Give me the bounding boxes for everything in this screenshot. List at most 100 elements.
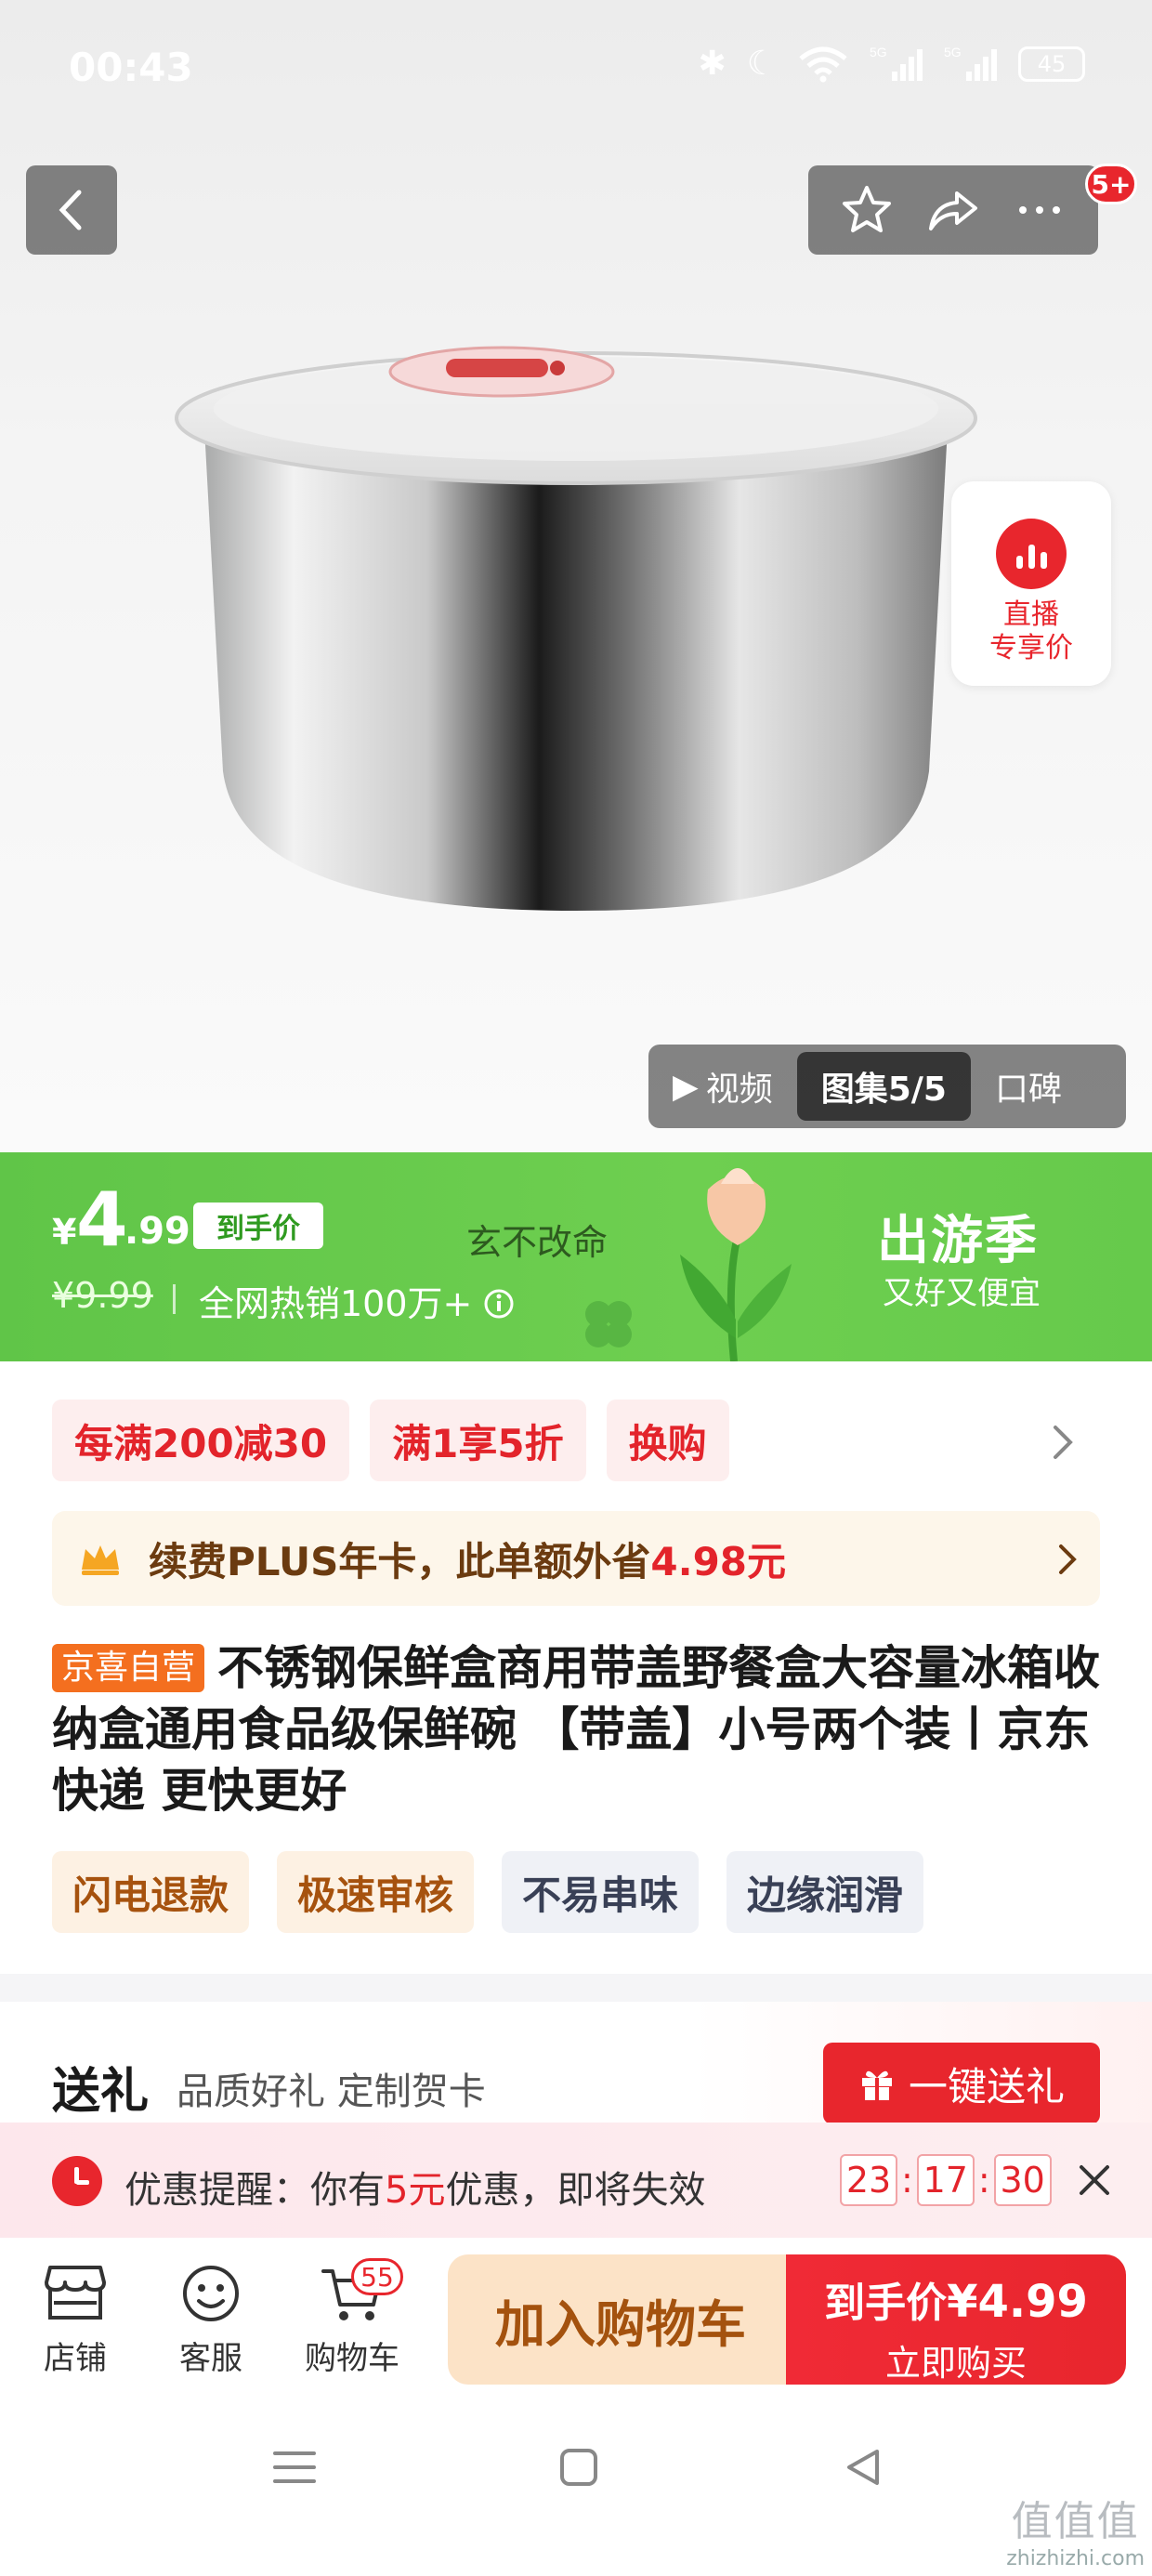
timer-colon: :	[901, 2160, 913, 2201]
hot-sales-text: 全网热销100万+	[199, 1283, 473, 1324]
signal-icon-2: 5G	[944, 46, 997, 81]
star-icon[interactable]	[839, 182, 895, 238]
back-icon[interactable]	[842, 2446, 884, 2489]
section-divider	[0, 1974, 1152, 2002]
top-actions	[808, 165, 1098, 255]
reminder-suffix: 优惠，即将失效	[445, 2169, 706, 2212]
seller-tag: 京喜自营	[52, 1644, 205, 1692]
reminder-prefix: 优惠提醒：你有	[124, 2169, 385, 2212]
tulip-icon	[680, 1168, 792, 1361]
price-decimal: .99	[124, 1210, 190, 1253]
customer-service-button[interactable]: 客服	[151, 2260, 271, 2378]
feature-tag-1: 闪电退款	[52, 1851, 250, 1933]
system-navigation: 值值值 zhizhizhi.com	[0, 2386, 1152, 2576]
send-gift-button[interactable]: 一键送礼	[823, 2043, 1100, 2124]
signal-5g-label-2: 5G	[944, 46, 962, 59]
status-time: 00:43	[69, 45, 193, 90]
price-currency: ¥	[52, 1212, 77, 1253]
reminder-amount: 5元	[385, 2169, 446, 2212]
timer-seconds: 30	[993, 2154, 1052, 2206]
original-price: ¥9.99	[52, 1275, 153, 1316]
home-icon[interactable]	[557, 2446, 600, 2489]
chevron-left-icon	[59, 190, 82, 230]
clover-icon	[585, 1301, 632, 1347]
back-button[interactable]	[26, 165, 117, 255]
tab-video-label: 视频	[705, 1071, 773, 1109]
store-label: 店铺	[44, 2340, 107, 2377]
timer-hours: 23	[840, 2154, 897, 2206]
discount-reminder: 优惠提醒：你有5元优惠，即将失效 23 : 17 : 30	[0, 2123, 1152, 2238]
buy-now-button[interactable]: 到手价¥4.99 立即购买	[786, 2254, 1126, 2385]
gift-subtitle: 品质好礼 定制贺卡	[177, 2070, 486, 2113]
feature-tag-2: 极速审核	[277, 1851, 475, 1933]
gallery-tabs: ▶ 视频 图集5/5 口碑	[648, 1045, 1126, 1128]
banner-slogan: 玄不改命	[466, 1222, 609, 1263]
live-price-card[interactable]: 直播 专享价	[951, 481, 1111, 686]
gift-icon	[861, 2070, 892, 2100]
signal-5g-label-1: 5G	[870, 46, 887, 59]
wifi-icon	[799, 46, 847, 82]
promo-tags[interactable]: 每满200减30 满1享5折 换购	[52, 1400, 1102, 1483]
timer-minutes: 17	[916, 2154, 975, 2206]
store-button[interactable]: 店铺	[15, 2260, 136, 2378]
clock-icon	[52, 2156, 102, 2206]
buy-price-line: 到手价¥4.99	[786, 2269, 1126, 2329]
buy-price-label: 到手价	[824, 2280, 948, 2327]
price-integer: 4	[76, 1176, 128, 1263]
final-price-tag: 到手价	[193, 1203, 323, 1249]
hot-sales[interactable]: 全网热销100万+	[199, 1275, 515, 1326]
battery-icon: 45	[1018, 46, 1085, 82]
tab-images[interactable]: 图集5/5	[796, 1052, 971, 1121]
service-label: 客服	[179, 2340, 242, 2377]
status-icons: ✱ ☾ 5G 5G 45	[699, 45, 1085, 83]
play-icon: ▶	[673, 1067, 699, 1106]
watermark: 值值值 zhizhizhi.com	[1006, 2488, 1145, 2570]
plus-text-prefix: 续费PLUS年卡，此单额外省	[149, 1538, 651, 1584]
price-separator	[173, 1284, 176, 1314]
bottom-action-bar: 店铺 客服 购物车 55 加入购物车 到手价¥4.99 立即购买	[0, 2238, 1152, 2386]
crown-icon	[82, 1545, 119, 1575]
bluetooth-icon: ✱	[698, 45, 727, 83]
send-gift-label: 一键送礼	[908, 2063, 1065, 2109]
info-icon[interactable]	[483, 1288, 515, 1320]
tab-reviews[interactable]: 口碑	[971, 1052, 1086, 1121]
live-icon	[996, 519, 1067, 589]
buy-price-value: ¥4.99	[947, 2276, 1088, 2328]
watermark-brand: 值值值	[1011, 2498, 1140, 2545]
smiley-icon	[183, 2266, 239, 2321]
watermark-site: zhizhizhi.com	[1006, 2547, 1145, 2570]
product-title: 京喜自营 不锈钢保鲜盒商用带盖野餐盒大容量冰箱收纳盒通用食品级保鲜碗 【带盖】小号…	[52, 1637, 1102, 1821]
price-banner: ¥ 4 .99 到手价 ¥9.99 全网热销100万+ 玄不改命 出游季 又好又…	[0, 1152, 1152, 1361]
gift-section: 送礼 品质好礼 定制贺卡 一键送礼	[0, 2002, 1152, 2124]
promo-tag-1[interactable]: 每满200减30	[52, 1400, 350, 1481]
season-title: 出游季	[877, 1211, 1039, 1271]
plus-amount: 4.98元	[650, 1538, 787, 1584]
share-icon[interactable]	[925, 182, 981, 238]
close-icon[interactable]	[1074, 2160, 1115, 2201]
promo-tag-3[interactable]: 换购	[606, 1400, 729, 1481]
product-image	[175, 346, 977, 911]
product-title-text: 不锈钢保鲜盒商用带盖野餐盒大容量冰箱收纳盒通用食品级保鲜碗 【带盖】小号两个装丨…	[52, 1641, 1101, 1818]
tab-video[interactable]: ▶ 视频	[648, 1052, 797, 1121]
countdown-timer: 23 : 17 : 30	[840, 2154, 1052, 2206]
feature-tag-3: 不易串味	[502, 1851, 700, 1933]
chevron-right-icon[interactable]	[1048, 1422, 1076, 1463]
plus-text: 续费PLUS年卡，此单额外省4.98元	[149, 1531, 786, 1587]
season-subtitle: 又好又便宜	[883, 1275, 1041, 1312]
chevron-right-icon	[1059, 1544, 1077, 1574]
promo-tag-2[interactable]: 满1享5折	[370, 1400, 586, 1481]
moon-icon: ☾	[746, 45, 777, 83]
signal-icon: 5G	[870, 46, 923, 81]
cart-label: 购物车	[305, 2340, 399, 2377]
plus-renewal-bar[interactable]: 续费PLUS年卡，此单额外省4.98元	[52, 1511, 1100, 1606]
store-icon	[45, 2266, 106, 2320]
feature-tags: 闪电退款 极速审核 不易串味 边缘润滑	[52, 1851, 924, 1933]
more-icon[interactable]	[1012, 182, 1067, 238]
product-gallery[interactable]: 00:43 ✱ ☾ 5G 5G 45 5+ 直播 专享价 ▶ 视频 图集5/5 …	[0, 0, 1152, 1152]
message-badge: 5+	[1085, 164, 1137, 204]
feature-tag-4: 边缘润滑	[727, 1851, 924, 1933]
reminder-message: 优惠提醒：你有5元优惠，即将失效	[124, 2160, 705, 2214]
add-to-cart-button[interactable]: 加入购物车	[448, 2254, 793, 2385]
cart-count-badge: 55	[351, 2258, 403, 2295]
menu-icon[interactable]	[271, 2446, 318, 2489]
